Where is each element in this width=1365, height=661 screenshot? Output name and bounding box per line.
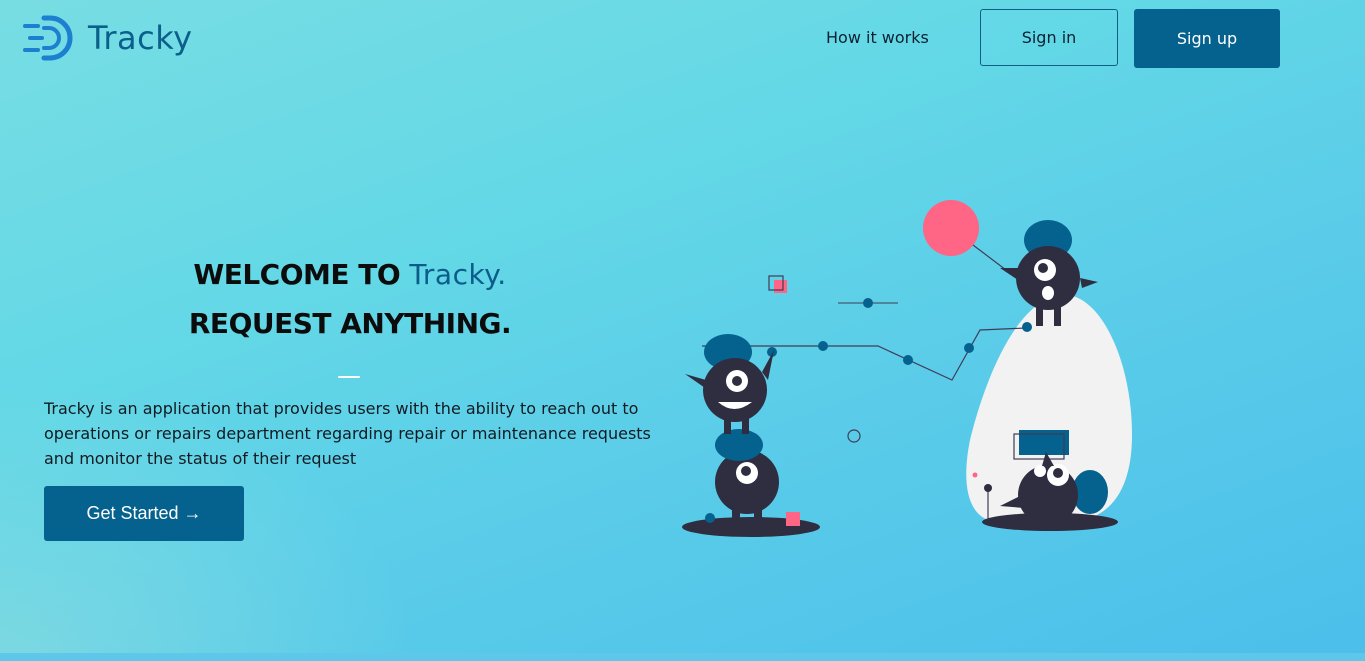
pink-square-ground [786, 512, 800, 526]
path-dot [818, 341, 828, 351]
tracky-logo-icon [23, 15, 73, 61]
monsters-illustration [682, 200, 1132, 537]
sign-in-button[interactable]: Sign in [980, 9, 1118, 66]
path-dot [964, 343, 974, 353]
brand-name: Tracky [88, 19, 193, 57]
how-it-works-link[interactable]: How it works [826, 28, 929, 47]
get-started-button[interactable]: Get Started → [44, 486, 244, 541]
welcome-brand: Tracky. [409, 258, 507, 291]
path-dot [863, 298, 873, 308]
path-dot [903, 355, 913, 365]
ground-dot [705, 513, 715, 523]
path-dot [1022, 322, 1032, 332]
pink-balloon [923, 200, 979, 256]
tiny-pink-dot [972, 472, 978, 478]
pink-square [774, 280, 787, 293]
hero-divider [338, 376, 360, 378]
hero-subtitle: REQUEST ANYTHING. [188, 307, 512, 340]
brand-logo[interactable]: Tracky [22, 14, 193, 62]
sign-up-button[interactable]: Sign up [1134, 9, 1280, 68]
page-bottom-strip [0, 653, 1365, 661]
hero-description: Tracky is an application that provides u… [44, 399, 651, 468]
welcome-prefix: WELCOME TO [193, 258, 410, 291]
hero-welcome-heading: WELCOME TO Tracky. [0, 258, 700, 291]
hollow-dot [847, 429, 861, 443]
